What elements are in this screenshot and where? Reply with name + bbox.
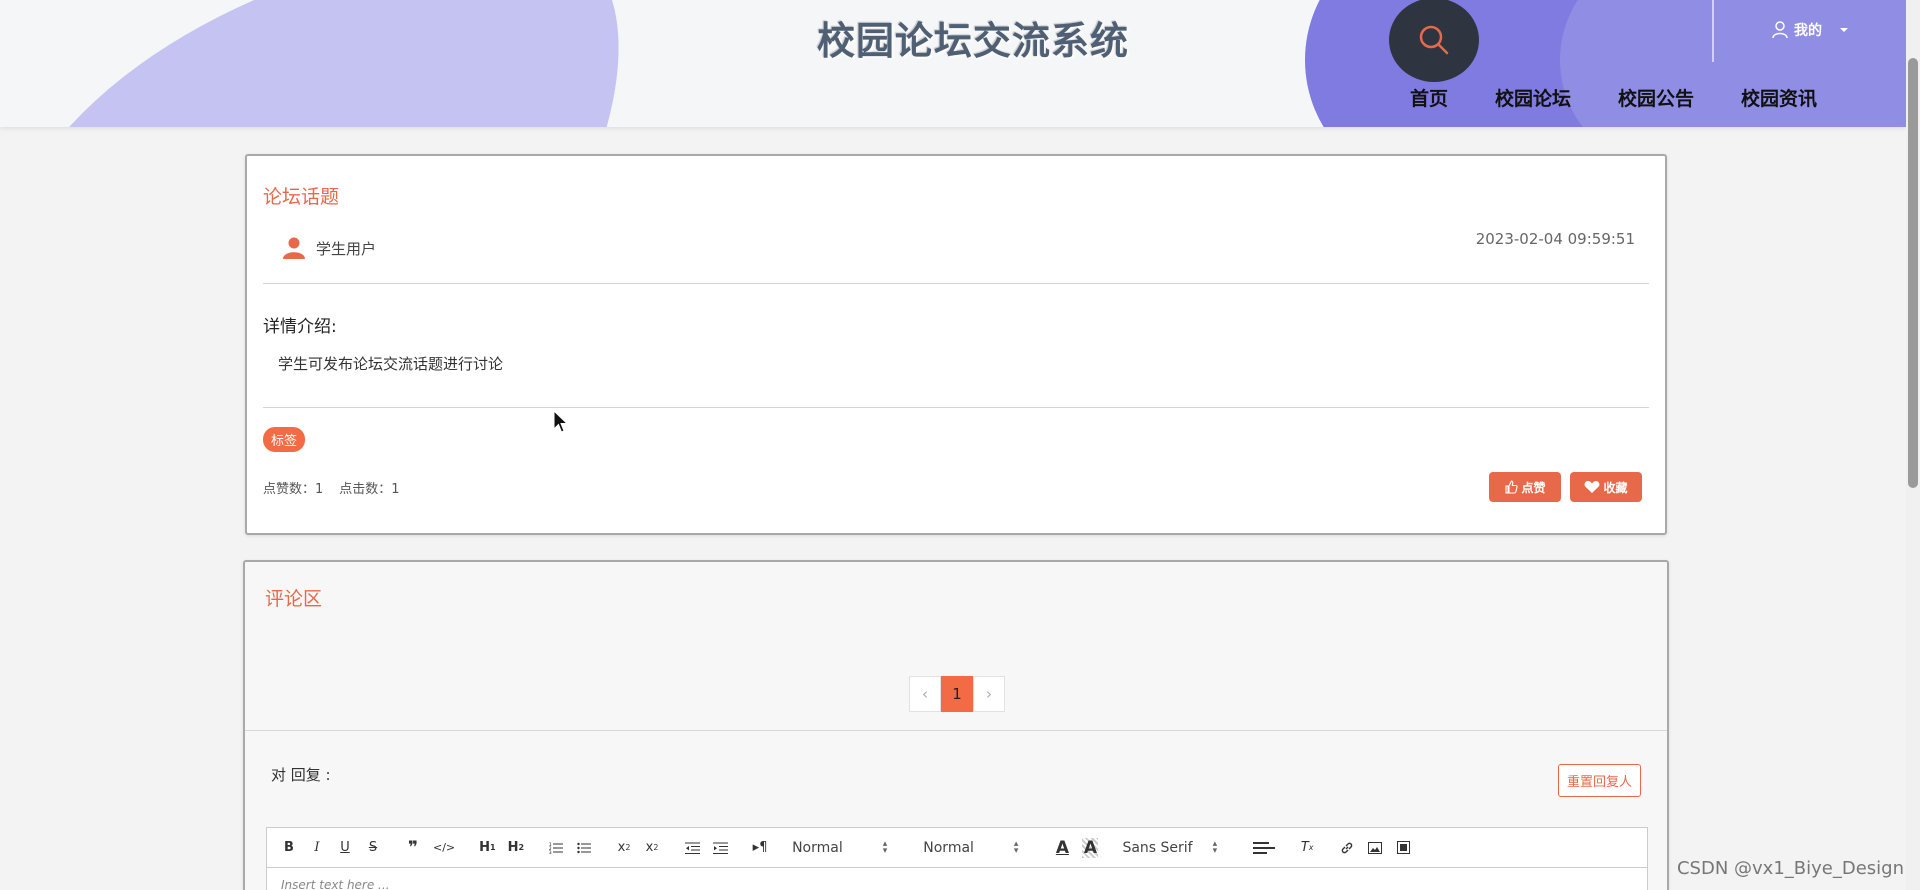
site-header: 校园论坛交流系统 我的 首页 校园论坛 校园公告 校园资讯 <box>0 0 1906 127</box>
select-arrows-icon: ▴ ▾ <box>882 838 888 856</box>
favorite-button-label: 收藏 <box>1603 480 1628 495</box>
image-icon[interactable] <box>1367 841 1383 854</box>
user-menu[interactable]: 我的 <box>1772 20 1852 40</box>
text-direction-icon[interactable]: ▸¶ <box>752 840 768 855</box>
nav-forum[interactable]: 校园论坛 <box>1495 84 1571 111</box>
font-select-value: Sans Serif <box>1122 839 1193 856</box>
heading1-icon[interactable]: H1 <box>479 840 495 855</box>
author-info: 学生用户 <box>282 236 376 260</box>
font-select[interactable]: Sans Serif ▴ ▾ <box>1122 838 1218 856</box>
thumbs-up-icon <box>1505 480 1519 494</box>
size-select[interactable]: Normal ▴ ▾ <box>923 838 1019 856</box>
clear-format-icon[interactable]: Tx <box>1299 840 1315 855</box>
search-icon <box>1419 25 1449 55</box>
reset-reply-button[interactable]: 重置回复人 <box>1557 764 1641 797</box>
clicks-count: 点击数：1 <box>339 482 400 497</box>
watermark: CSDN @vx1_Biye_Design <box>1676 858 1904 879</box>
author-name: 学生用户 <box>316 239 377 258</box>
detail-label: 详情介绍: <box>263 317 337 337</box>
pagination-prev[interactable]: ‹ <box>909 676 941 712</box>
editor-content[interactable]: Insert text here ... <box>267 868 1647 890</box>
italic-icon[interactable]: I <box>309 840 325 855</box>
heart-icon <box>1585 481 1600 493</box>
superscript-icon[interactable]: x2 <box>644 840 660 855</box>
detail-text: 学生可发布论坛交流话题进行讨论 <box>278 355 504 373</box>
page-scrollbar[interactable] <box>1906 0 1920 890</box>
user-icon <box>1772 21 1788 39</box>
pagination-next[interactable]: › <box>973 676 1005 712</box>
outdent-icon[interactable] <box>684 842 700 854</box>
mouse-cursor-icon <box>553 410 569 433</box>
pagination: ‹ 1 › <box>909 676 1005 712</box>
user-avatar-icon <box>283 237 305 259</box>
bullet-list-icon[interactable] <box>576 842 592 854</box>
topic-stats: 点赞数：1 点击数：1 <box>263 478 400 497</box>
divider <box>245 730 1667 731</box>
topic-card-title: 论坛话题 <box>263 186 340 208</box>
link-icon[interactable] <box>1339 841 1355 855</box>
editor-toolbar: B I U S ❞ </> H1 H2 123 x2 x2 ▸¶ Normal … <box>267 828 1647 868</box>
video-icon[interactable] <box>1395 841 1411 854</box>
rich-text-editor: B I U S ❞ </> H1 H2 123 x2 x2 ▸¶ Normal … <box>266 827 1648 890</box>
reply-to-label: 对 回复 : <box>271 766 331 784</box>
comments-title: 评论区 <box>265 588 323 610</box>
post-timestamp: 2023-02-04 09:59:51 <box>1475 230 1635 248</box>
header-select[interactable]: Normal ▴ ▾ <box>792 838 888 856</box>
heading2-icon[interactable]: H2 <box>508 840 524 855</box>
comments-card: 评论区 ‹ 1 › 对 回复 : 重置回复人 B I U S ❞ </> H1 … <box>243 560 1669 890</box>
select-arrows-icon: ▴ ▾ <box>1013 838 1019 856</box>
nav-news[interactable]: 校园资讯 <box>1741 84 1817 111</box>
background-color-icon[interactable]: A <box>1082 837 1099 858</box>
blockquote-icon[interactable]: ❞ <box>405 838 421 858</box>
divider <box>263 283 1649 284</box>
underline-icon[interactable]: U <box>337 840 353 855</box>
favorite-button[interactable]: 收藏 <box>1570 472 1642 502</box>
strike-icon[interactable]: S <box>365 840 381 855</box>
svg-text:3: 3 <box>549 850 552 854</box>
select-arrows-icon: ▴ ▾ <box>1212 838 1218 856</box>
align-icon[interactable] <box>1253 841 1276 855</box>
decorative-blob-left <box>19 0 701 127</box>
indent-icon[interactable] <box>712 842 728 854</box>
user-menu-label: 我的 <box>1794 23 1822 39</box>
like-button[interactable]: 点赞 <box>1489 472 1561 502</box>
caret-down-icon <box>1840 28 1848 32</box>
scrollbar-thumb[interactable] <box>1908 58 1918 488</box>
ordered-list-icon[interactable]: 123 <box>548 842 564 854</box>
header-select-value: Normal <box>792 839 843 856</box>
header-divider <box>1712 0 1714 62</box>
search-button[interactable] <box>1389 0 1479 82</box>
site-title: 校园论坛交流系统 <box>817 19 1130 63</box>
topic-card: 论坛话题 学生用户 2023-02-04 09:59:51 详情介绍: 学生可发… <box>245 154 1667 535</box>
likes-count: 点赞数：1 <box>263 482 324 497</box>
text-color-icon[interactable]: A <box>1054 838 1070 858</box>
subscript-icon[interactable]: x2 <box>616 840 632 855</box>
main-nav: 首页 校园论坛 校园公告 校园资讯 <box>1410 84 1864 111</box>
nav-announcements[interactable]: 校园公告 <box>1618 84 1694 111</box>
pagination-page-1[interactable]: 1 <box>941 676 973 712</box>
topic-tag[interactable]: 标签 <box>263 427 306 452</box>
size-select-value: Normal <box>923 839 974 856</box>
divider <box>263 407 1649 408</box>
nav-home[interactable]: 首页 <box>1410 84 1448 111</box>
like-button-label: 点赞 <box>1521 480 1546 495</box>
code-icon[interactable]: </> <box>433 841 455 854</box>
bold-icon[interactable]: B <box>281 840 297 855</box>
